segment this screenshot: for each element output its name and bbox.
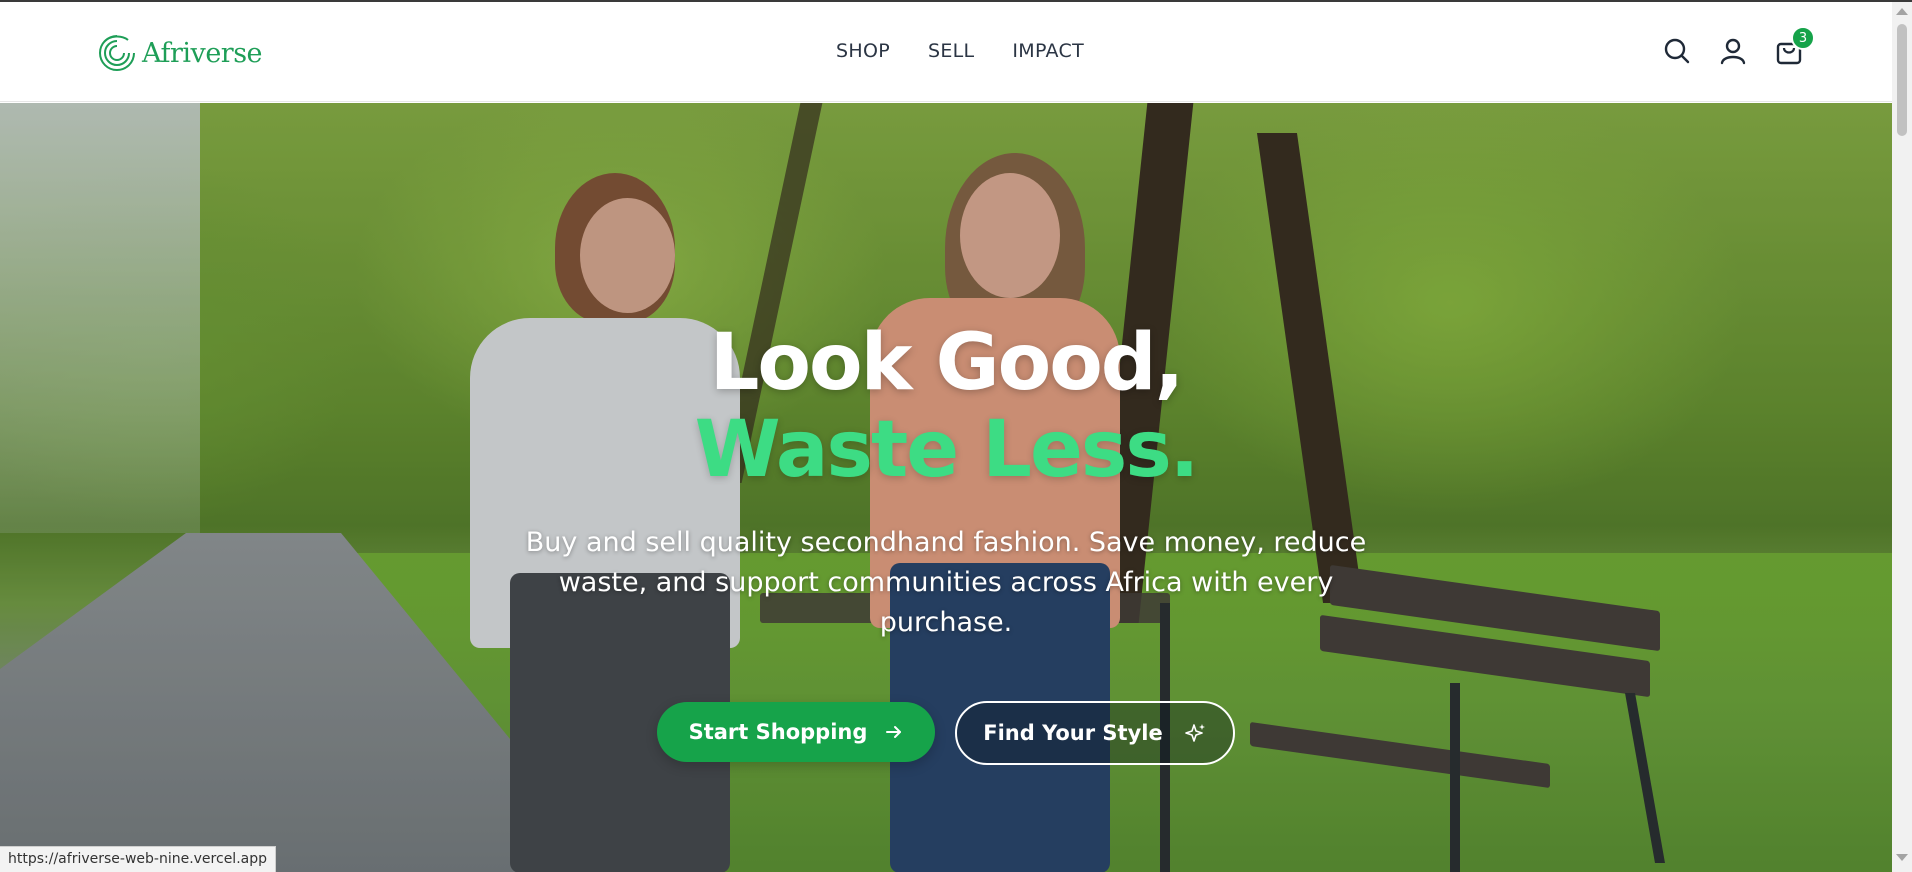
hero-title-line1: Look Good, [709,318,1185,408]
search-button[interactable] [1662,36,1692,66]
cart-count-badge: 3 [1791,26,1815,50]
nav-impact[interactable]: IMPACT [1012,40,1084,62]
main-nav: SHOP SELL IMPACT [836,40,1084,62]
scroll-down-arrow-icon[interactable] [1896,854,1908,861]
hero-title-line2: Waste Less. [694,405,1200,495]
search-icon [1664,38,1690,64]
scroll-up-arrow-icon[interactable] [1896,8,1908,15]
logo-swirl-icon [99,35,135,71]
header-actions: 3 [1662,26,1815,66]
start-shopping-label: Start Shopping [688,720,868,744]
scroll-thumb[interactable] [1897,24,1907,136]
brand-logo[interactable]: Afriverse [96,32,263,74]
link-preview-status: https://afriverse-web-nine.vercel.app [0,846,276,872]
hero-content: Look Good, Waste Less. Buy and sell qual… [0,103,1892,872]
find-your-style-label: Find Your Style [983,721,1163,745]
find-your-style-button[interactable]: Find Your Style [955,701,1235,765]
hero-subtitle: Buy and sell quality secondhand fashion.… [525,527,1367,638]
brand-name: Afriverse [142,37,263,69]
user-icon [1720,38,1746,65]
site-header: Afriverse SHOP SELL IMPACT 3 [0,2,1892,102]
start-shopping-button[interactable]: Start Shopping [657,702,935,762]
cart-button[interactable]: 3 [1774,26,1815,66]
arrow-right-icon [886,726,902,738]
account-button[interactable] [1718,36,1748,66]
nav-shop[interactable]: SHOP [836,40,890,62]
nav-sell[interactable]: SELL [928,40,974,62]
sparkles-icon [1184,724,1205,742]
page-scrollbar[interactable] [1892,2,1912,872]
hero-section: Look Good, Waste Less. Buy and sell qual… [0,103,1892,872]
